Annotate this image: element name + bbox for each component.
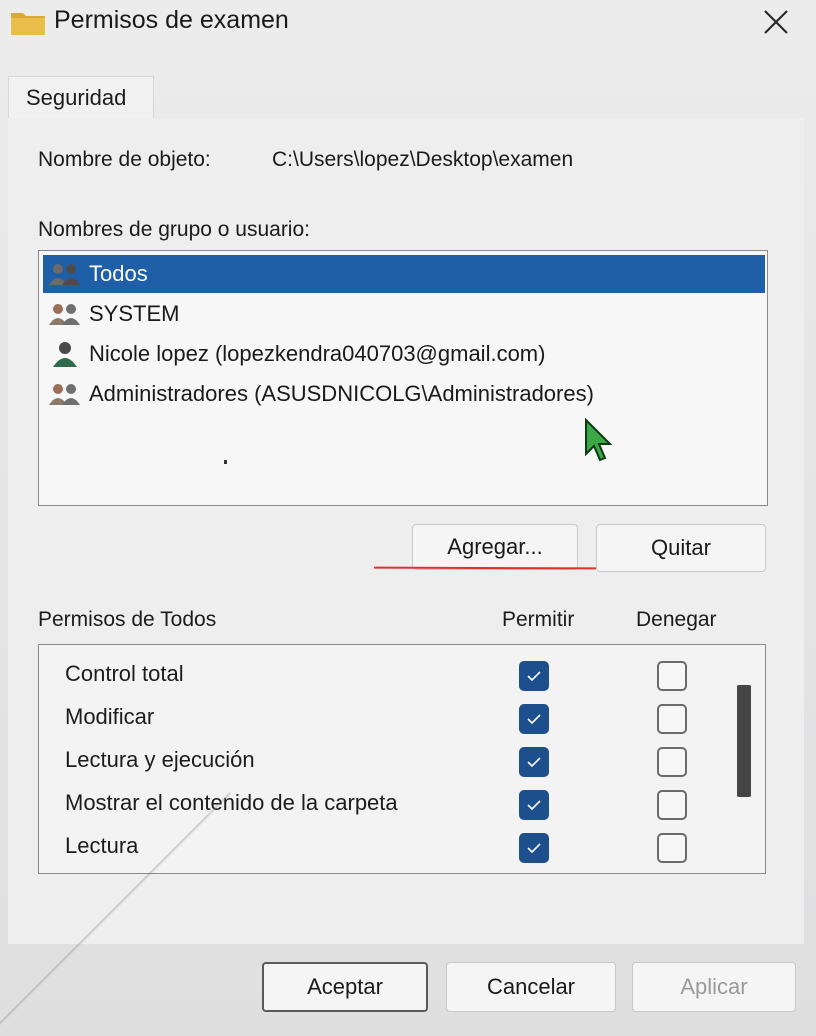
- deny-checkbox[interactable]: [657, 747, 687, 777]
- permission-label: Lectura: [65, 833, 139, 858]
- permissions-title: Permisos de Todos: [38, 608, 217, 631]
- add-button[interactable]: Agregar...: [412, 524, 578, 570]
- allow-column-header: Permitir: [502, 608, 575, 631]
- remove-button[interactable]: Quitar: [596, 524, 766, 572]
- user-name: Todos: [89, 261, 148, 286]
- ok-button[interactable]: Aceptar: [262, 962, 428, 1012]
- users-list-label: Nombres de grupo o usuario:: [38, 218, 310, 241]
- allow-checkbox[interactable]: [519, 790, 549, 820]
- cancel-button[interactable]: Cancelar: [446, 962, 616, 1012]
- deny-checkbox[interactable]: [657, 704, 687, 734]
- allow-checkbox[interactable]: [519, 747, 549, 777]
- group-users-icon: [49, 384, 80, 405]
- deny-checkbox[interactable]: [657, 661, 687, 691]
- mouse-cursor-icon: [585, 418, 613, 462]
- permission-row: Lectura: [39, 827, 739, 869]
- permission-row: Mostrar el contenido de la carpeta: [39, 784, 739, 826]
- user-name: SYSTEM: [89, 301, 180, 326]
- list-item[interactable]: SYSTEM: [43, 295, 765, 333]
- window-title: Permisos de examen: [54, 6, 289, 34]
- user-icon: [53, 342, 77, 367]
- allow-checkbox[interactable]: [519, 661, 549, 691]
- scrollbar-thumb[interactable]: [737, 685, 751, 797]
- object-name-label: Nombre de objeto:: [38, 148, 211, 171]
- screen-speck: [224, 460, 227, 464]
- list-item[interactable]: Nicole lopez (lopezkendra040703@gmail.co…: [43, 335, 765, 373]
- permission-row: Control total: [39, 655, 739, 697]
- permission-row: Lectura y ejecución: [39, 741, 739, 783]
- apply-button[interactable]: Aplicar: [632, 962, 796, 1012]
- list-item[interactable]: Todos: [43, 255, 765, 293]
- allow-checkbox[interactable]: [519, 704, 549, 734]
- group-users-icon: [49, 304, 80, 325]
- object-name-value: C:\Users\lopez\Desktop\examen: [272, 148, 574, 171]
- deny-checkbox[interactable]: [657, 790, 687, 820]
- tab-security[interactable]: Seguridad: [8, 76, 154, 120]
- allow-checkbox[interactable]: [519, 833, 549, 863]
- permission-label: Modificar: [65, 704, 155, 729]
- user-name: Administradores (ASUSDNICOLG\Administrad…: [89, 381, 594, 406]
- permission-row: Modificar: [39, 698, 739, 740]
- group-users-icon: [49, 264, 80, 285]
- users-list[interactable]: Todos SYSTEM Nicole lopez (lopezkendra04…: [38, 250, 768, 506]
- deny-checkbox[interactable]: [657, 833, 687, 863]
- user-name: Nicole lopez (lopezkendra040703@gmail.co…: [89, 341, 546, 366]
- close-icon[interactable]: [756, 4, 796, 40]
- list-item[interactable]: Administradores (ASUSDNICOLG\Administrad…: [43, 375, 765, 413]
- permissions-dialog: Permisos de examen Seguridad Nombre de o…: [0, 0, 816, 1036]
- permission-label: Control total: [65, 661, 184, 686]
- permission-label: Mostrar el contenido de la carpeta: [65, 790, 398, 815]
- title-bar: Permisos de examen: [0, 0, 816, 48]
- permissions-list[interactable]: Control total Modificar Lectura y ejecuc…: [38, 644, 766, 874]
- permission-label: Lectura y ejecución: [65, 747, 255, 772]
- folder-icon: [11, 13, 45, 35]
- deny-column-header: Denegar: [636, 608, 717, 631]
